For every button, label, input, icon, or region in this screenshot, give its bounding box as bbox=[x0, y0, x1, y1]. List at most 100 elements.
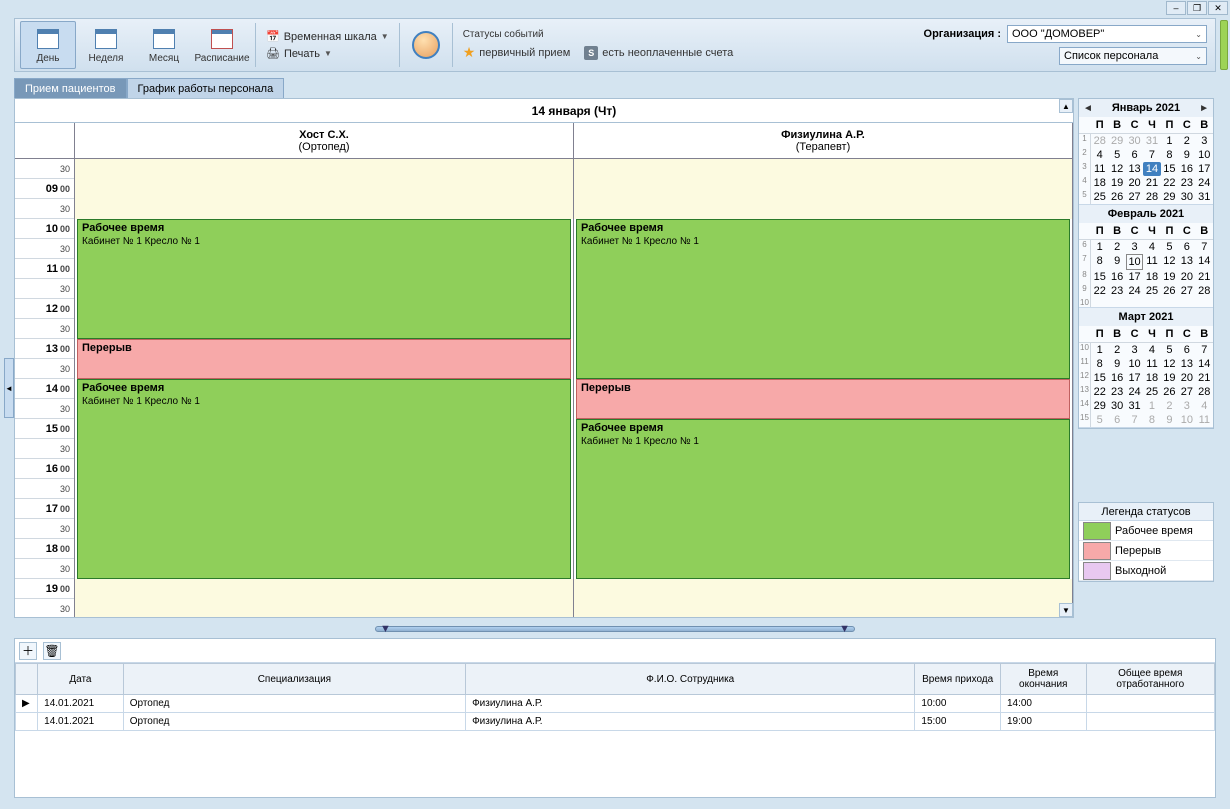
maximize-button[interactable]: ❐ bbox=[1187, 1, 1207, 15]
table-row[interactable]: ▶14.01.2021ОртопедФизиулина А.Р.10:0014:… bbox=[16, 695, 1215, 713]
cal-day[interactable]: 9 bbox=[1161, 413, 1178, 427]
cal-day[interactable]: 7 bbox=[1196, 343, 1213, 357]
cal-day[interactable]: 1 bbox=[1143, 399, 1160, 413]
cal-day[interactable]: 15 bbox=[1091, 371, 1108, 385]
delete-row-button[interactable]: 🗑 bbox=[43, 642, 61, 660]
tab-staff-schedule[interactable]: График работы персонала bbox=[127, 78, 285, 100]
view-month-button[interactable]: Месяц bbox=[136, 21, 192, 69]
cal-day[interactable]: 13 bbox=[1126, 162, 1143, 176]
cal-day[interactable]: 11 bbox=[1143, 357, 1160, 371]
view-schedule-button[interactable]: Расписание bbox=[194, 21, 250, 69]
cal-day[interactable]: 1 bbox=[1091, 343, 1108, 357]
cal-day[interactable]: 28 bbox=[1196, 385, 1213, 399]
cal-day[interactable] bbox=[1178, 298, 1195, 307]
grid-header[interactable]: Время прихода bbox=[915, 664, 1001, 695]
cal-day[interactable]: 17 bbox=[1196, 162, 1213, 176]
cal-day[interactable]: 27 bbox=[1126, 190, 1143, 204]
cal-day[interactable]: 6 bbox=[1126, 148, 1143, 162]
grid-header[interactable]: Ф.И.О. Сотрудника bbox=[466, 664, 915, 695]
cal-day[interactable]: 31 bbox=[1143, 134, 1160, 148]
cal-day[interactable]: 23 bbox=[1178, 176, 1195, 190]
cal-day[interactable]: 2 bbox=[1178, 134, 1195, 148]
cal-day[interactable]: 17 bbox=[1126, 371, 1143, 385]
work-block[interactable]: Рабочее времяКабинет № 1 Кресло № 1 bbox=[77, 219, 571, 339]
cal-day[interactable]: 16 bbox=[1178, 162, 1195, 176]
cal-day[interactable]: 10 bbox=[1196, 148, 1213, 162]
cal-day[interactable]: 28 bbox=[1091, 134, 1108, 148]
cal-day[interactable]: 7 bbox=[1143, 148, 1160, 162]
cal-day[interactable]: 18 bbox=[1091, 176, 1108, 190]
grid-header[interactable]: Дата bbox=[38, 664, 124, 695]
cal-day[interactable]: 2 bbox=[1108, 343, 1125, 357]
cal-day[interactable]: 29 bbox=[1091, 399, 1108, 413]
cal-day[interactable]: 29 bbox=[1161, 190, 1178, 204]
cal-day[interactable]: 5 bbox=[1091, 413, 1108, 427]
cal-day[interactable]: 15 bbox=[1091, 270, 1108, 284]
cal-day[interactable]: 12 bbox=[1161, 254, 1178, 270]
horizontal-splitter[interactable]: ▼▼ bbox=[14, 625, 1216, 633]
cal-day[interactable]: 20 bbox=[1126, 176, 1143, 190]
schedule-column-0[interactable]: Рабочее времяКабинет № 1 Кресло № 1Перер… bbox=[75, 159, 574, 617]
view-week-button[interactable]: Неделя bbox=[78, 21, 134, 69]
cal-day[interactable]: 30 bbox=[1178, 190, 1195, 204]
cal-day[interactable]: 22 bbox=[1091, 284, 1108, 298]
cal-day[interactable]: 7 bbox=[1196, 240, 1213, 254]
scroll-up-button[interactable]: ▲ bbox=[1059, 99, 1073, 113]
cal-day[interactable]: 18 bbox=[1143, 270, 1160, 284]
right-resizer[interactable] bbox=[1220, 20, 1228, 70]
cal-day[interactable]: 28 bbox=[1143, 190, 1160, 204]
cal-day[interactable] bbox=[1161, 298, 1178, 307]
cal-day[interactable]: 14 bbox=[1196, 357, 1213, 371]
cal-day[interactable]: 14 bbox=[1143, 162, 1160, 176]
cal-day[interactable]: 13 bbox=[1178, 357, 1195, 371]
work-block[interactable]: Рабочее времяКабинет № 1 Кресло № 1 bbox=[576, 219, 1070, 379]
cal-day[interactable]: 5 bbox=[1108, 148, 1125, 162]
cal-day[interactable] bbox=[1126, 298, 1143, 307]
cal-day[interactable]: 11 bbox=[1091, 162, 1108, 176]
cal-day[interactable]: 10 bbox=[1126, 357, 1143, 371]
profile-icon[interactable] bbox=[412, 31, 440, 59]
cal-day[interactable]: 27 bbox=[1178, 284, 1195, 298]
cal-day[interactable]: 3 bbox=[1126, 240, 1143, 254]
cal-day[interactable]: 26 bbox=[1161, 284, 1178, 298]
cal-day[interactable]: 26 bbox=[1108, 190, 1125, 204]
cal-day[interactable]: 2 bbox=[1108, 240, 1125, 254]
cal-day[interactable]: 11 bbox=[1196, 413, 1213, 427]
organization-select[interactable]: ООО "ДОМОВЕР" ⌄ bbox=[1007, 25, 1207, 43]
cal-day[interactable]: 25 bbox=[1143, 284, 1160, 298]
cal-day[interactable]: 21 bbox=[1196, 270, 1213, 284]
cal-day[interactable]: 16 bbox=[1108, 371, 1125, 385]
cal-day[interactable]: 9 bbox=[1178, 148, 1195, 162]
cal-day[interactable]: 9 bbox=[1108, 254, 1125, 270]
cal-day[interactable]: 19 bbox=[1108, 176, 1125, 190]
cal-day[interactable]: 14 bbox=[1196, 254, 1213, 270]
grid-header[interactable]: Общее время отработанного bbox=[1086, 664, 1214, 695]
cal-day[interactable]: 22 bbox=[1091, 385, 1108, 399]
break-block[interactable]: Перерыв bbox=[77, 339, 571, 379]
cal-day[interactable]: 6 bbox=[1178, 343, 1195, 357]
cal-day[interactable]: 30 bbox=[1108, 399, 1125, 413]
timeline-button[interactable]: 📅 Временная шкала ▼ bbox=[266, 30, 389, 43]
cal-day[interactable]: 18 bbox=[1143, 371, 1160, 385]
tab-patients[interactable]: Прием пациентов bbox=[14, 78, 127, 100]
grid-header[interactable]: Время окончания bbox=[1000, 664, 1086, 695]
cal-prev-button[interactable]: ◄ bbox=[1079, 103, 1097, 114]
cal-day[interactable]: 23 bbox=[1108, 385, 1125, 399]
cal-day[interactable]: 5 bbox=[1161, 343, 1178, 357]
cal-day[interactable]: 10 bbox=[1126, 254, 1143, 270]
cal-day[interactable]: 24 bbox=[1126, 284, 1143, 298]
work-block[interactable]: Рабочее времяКабинет № 1 Кресло № 1 bbox=[576, 419, 1070, 579]
cal-day[interactable]: 11 bbox=[1143, 254, 1160, 270]
add-row-button[interactable]: ＋ bbox=[19, 642, 37, 660]
cal-day[interactable]: 4 bbox=[1143, 343, 1160, 357]
cal-day[interactable]: 22 bbox=[1161, 176, 1178, 190]
scroll-down-button[interactable]: ▼ bbox=[1059, 603, 1073, 617]
cal-day[interactable]: 17 bbox=[1126, 270, 1143, 284]
cal-day[interactable]: 13 bbox=[1178, 254, 1195, 270]
cal-day[interactable]: 15 bbox=[1161, 162, 1178, 176]
cal-day[interactable]: 4 bbox=[1091, 148, 1108, 162]
cal-day[interactable]: 16 bbox=[1108, 270, 1125, 284]
cal-day[interactable]: 3 bbox=[1196, 134, 1213, 148]
cal-day[interactable]: 5 bbox=[1161, 240, 1178, 254]
cal-day[interactable]: 21 bbox=[1143, 176, 1160, 190]
